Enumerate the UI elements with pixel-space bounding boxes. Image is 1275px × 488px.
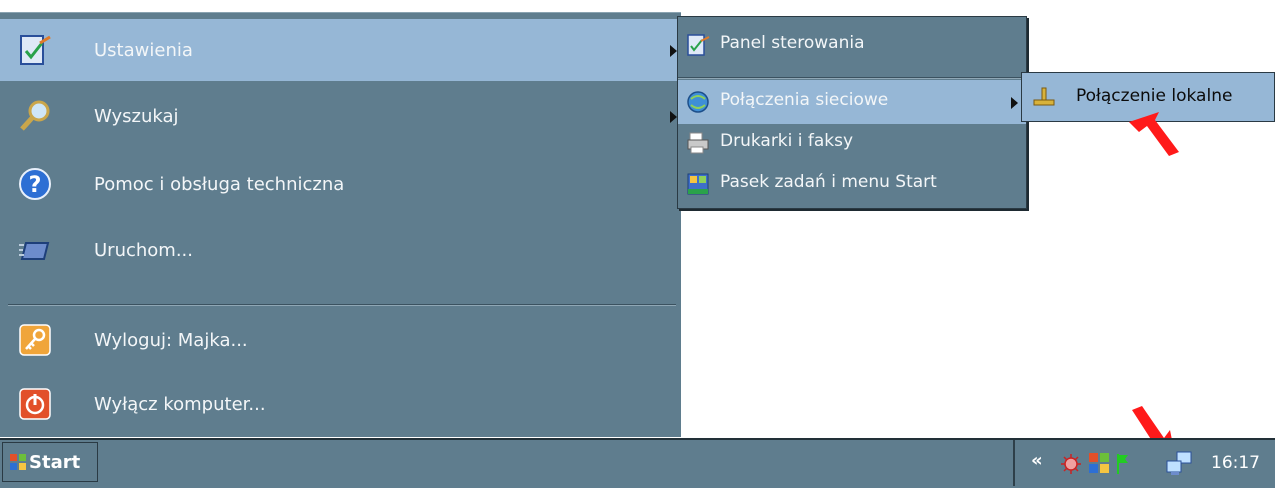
- menu-item-label: Wyloguj: Majka...: [94, 329, 248, 351]
- menu-item-label: Uruchom...: [94, 239, 193, 261]
- tray-flag-icon[interactable]: [1115, 452, 1131, 476]
- submenu-item-printers[interactable]: Drukarki i faksy: [678, 121, 1026, 165]
- menu-item-shutdown[interactable]: Wyłącz komputer...: [0, 373, 681, 435]
- control-panel-icon: [687, 34, 710, 56]
- tray-virus-icon[interactable]: [1059, 452, 1083, 476]
- menu-item-help[interactable]: ? Pomoc i obsługa techniczna: [0, 153, 681, 215]
- submenu-arrow-icon: [670, 111, 677, 123]
- submenu-arrow-icon: [670, 45, 677, 57]
- local-connection-icon: [1033, 87, 1055, 106]
- menu-item-label: Pomoc i obsługa techniczna: [94, 173, 345, 195]
- submenu-item-control-panel[interactable]: Panel sterowania: [678, 23, 1026, 67]
- submenu-item-label: Pasek zadań i menu Start: [720, 172, 937, 192]
- run-icon: [19, 242, 50, 260]
- submenu-arrow-icon: [1011, 97, 1018, 109]
- menu-item-run[interactable]: Uruchom...: [0, 219, 681, 281]
- start-menu: Ustawienia Wyszukaj ? Pomoc i obsługa te…: [0, 12, 681, 437]
- submenu-item-label: Połączenia sieciowe: [720, 90, 889, 110]
- taskbar-icon: [687, 173, 709, 195]
- logoff-key-icon: [19, 324, 51, 356]
- tray-collapse-button[interactable]: «: [1031, 450, 1043, 471]
- network-connections-icon: [687, 91, 709, 113]
- start-button[interactable]: Start: [2, 442, 98, 482]
- settings-submenu: Panel sterowania Połączenia sieciowe Dru…: [677, 16, 1027, 209]
- annotation-arrow-icon: [1129, 112, 1179, 156]
- submenu-item-network-connections[interactable]: Połączenia sieciowe: [678, 80, 1026, 124]
- menu-separator: [8, 304, 676, 306]
- tray-clock[interactable]: 16:17: [1211, 453, 1260, 473]
- power-icon: [19, 388, 51, 420]
- menu-item-label: Wyłącz komputer...: [94, 393, 266, 415]
- windows-logo-icon: [10, 454, 26, 470]
- submenu-item-label: Panel sterowania: [720, 33, 865, 53]
- submenu-item-label: Drukarki i faksy: [720, 131, 854, 151]
- help-icon: ?: [19, 168, 51, 200]
- printer-icon: [687, 132, 709, 154]
- tray-windows-icon[interactable]: [1087, 451, 1111, 475]
- menu-item-settings[interactable]: Ustawienia: [0, 19, 681, 81]
- menu-item-search[interactable]: Wyszukaj: [0, 85, 681, 147]
- submenu-item-label: Połączenie lokalne: [1076, 86, 1233, 106]
- svg-text:?: ?: [29, 173, 42, 198]
- submenu-item-taskbar[interactable]: Pasek zadań i menu Start: [678, 162, 1026, 206]
- menu-item-label: Ustawienia: [94, 39, 193, 61]
- start-label: Start: [29, 452, 81, 473]
- submenu-separator: [678, 77, 1024, 79]
- menu-item-logoff[interactable]: Wyloguj: Majka...: [0, 309, 681, 371]
- tray-network-icon[interactable]: [1165, 450, 1193, 478]
- settings-icon: [20, 35, 51, 65]
- menu-item-label: Wyszukaj: [94, 105, 179, 127]
- search-icon: [20, 100, 50, 131]
- system-tray: « 16:17: [1013, 440, 1275, 486]
